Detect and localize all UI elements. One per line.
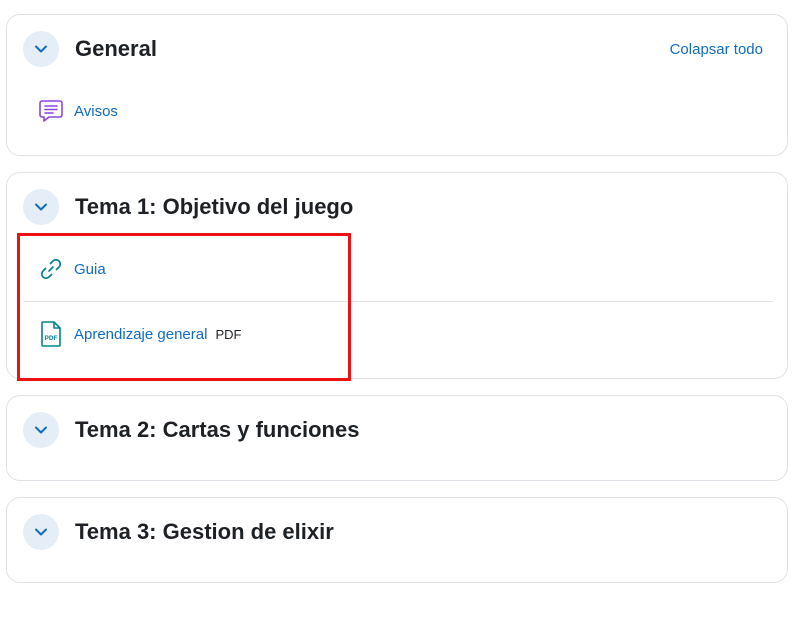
section-tema-3: Tema 3: Gestion de elixir [6, 497, 788, 583]
collapse-section-button[interactable] [23, 514, 59, 550]
collapse-section-button[interactable] [23, 31, 59, 67]
section-tema-2: Tema 2: Cartas y funciones [6, 395, 788, 481]
activity-avisos[interactable]: Avisos [37, 96, 118, 126]
section-title[interactable]: General [75, 36, 157, 62]
chevron-down-icon [35, 45, 47, 53]
chevron-down-icon [35, 203, 47, 211]
svg-text:PDF: PDF [45, 335, 58, 342]
collapse-all-link[interactable]: Colapsar todo [670, 41, 763, 58]
forum-icon [37, 97, 65, 125]
section-general-header: General [23, 31, 157, 67]
section-tema-3-header: Tema 3: Gestion de elixir [23, 514, 334, 550]
section-tema-1-header: Tema 1: Objetivo del juego [23, 189, 353, 225]
activity-link[interactable]: Guia [74, 261, 106, 278]
section-tema-1: Tema 1: Objetivo del juego Guia PDF Apre… [6, 172, 788, 379]
section-title[interactable]: Tema 1: Objetivo del juego [75, 194, 353, 220]
section-title[interactable]: Tema 2: Cartas y funciones [75, 417, 359, 443]
activity-link[interactable]: Avisos [74, 103, 118, 120]
link-icon [37, 255, 65, 283]
section-general: General Colapsar todo Avisos [6, 14, 788, 156]
section-title[interactable]: Tema 3: Gestion de elixir [75, 519, 334, 545]
file-type-badge: PDF [215, 326, 242, 342]
activity-link[interactable]: Aprendizaje general [74, 326, 207, 343]
chevron-down-icon [35, 426, 47, 434]
section-tema-2-header: Tema 2: Cartas y funciones [23, 412, 359, 448]
activity-divider [24, 301, 773, 302]
pdf-icon: PDF [37, 320, 65, 348]
chevron-down-icon [35, 528, 47, 536]
activity-guia[interactable]: Guia [37, 254, 106, 284]
activity-aprendizaje-general[interactable]: PDF Aprendizaje general PDF [37, 319, 241, 349]
collapse-section-button[interactable] [23, 189, 59, 225]
collapse-section-button[interactable] [23, 412, 59, 448]
